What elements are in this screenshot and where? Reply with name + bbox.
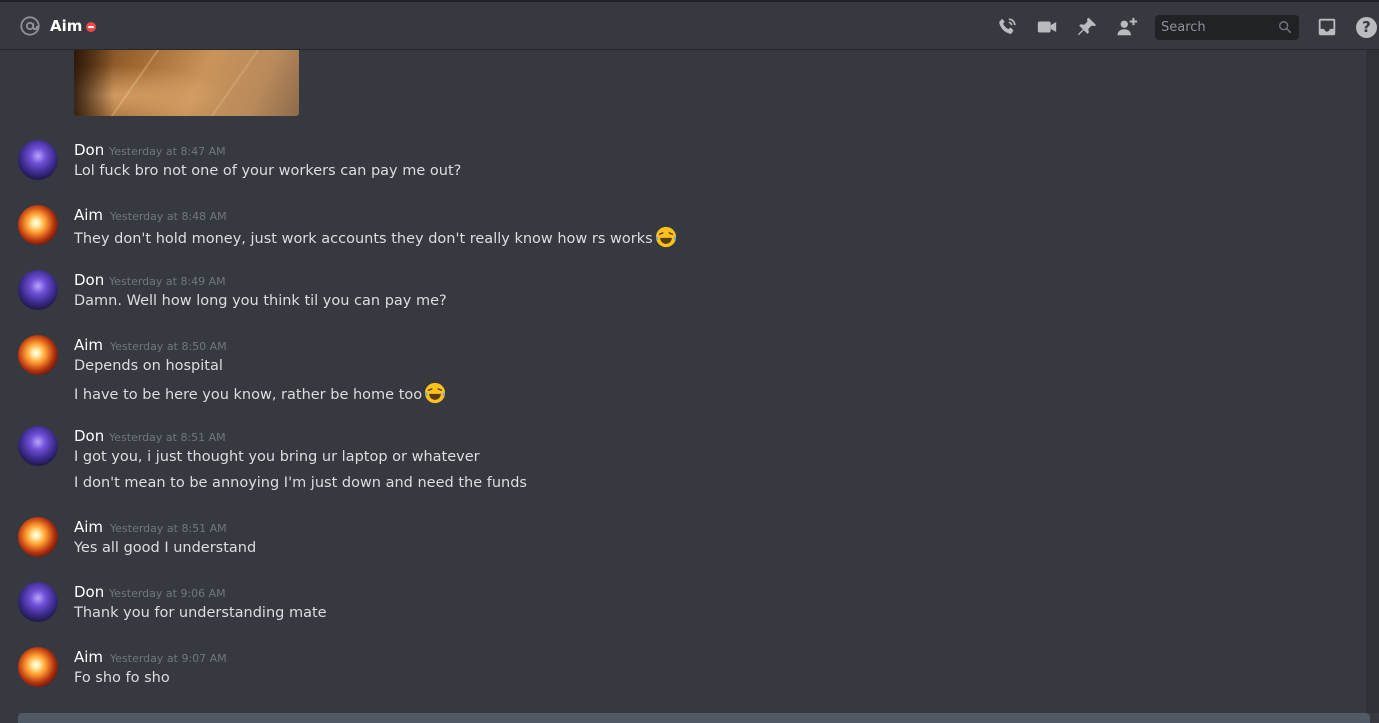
joy-emoji-icon[interactable] xyxy=(424,382,446,404)
message-text: Lol fuck bro not one of your workers can… xyxy=(74,163,462,179)
timestamp: Yesterday at 8:50 AM xyxy=(110,340,227,353)
image-attachment[interactable] xyxy=(74,50,299,116)
username[interactable]: Don xyxy=(74,427,104,445)
video-call-icon[interactable] xyxy=(1035,16,1059,38)
scrollbar[interactable] xyxy=(1366,50,1379,713)
username[interactable]: Aim xyxy=(74,518,103,536)
avatar[interactable] xyxy=(18,647,58,687)
timestamp: Yesterday at 9:06 AM xyxy=(109,587,226,600)
avatar[interactable] xyxy=(18,517,58,557)
at-icon xyxy=(20,16,40,36)
message-text: Damn. Well how long you think til you ca… xyxy=(74,293,447,309)
message-text: I got you, i just thought you bring ur l… xyxy=(74,449,480,465)
joy-emoji-icon[interactable] xyxy=(655,226,677,248)
message-list[interactable]: Don Yesterday at 8:47 AM Lol fuck bro no… xyxy=(0,50,1366,713)
avatar[interactable] xyxy=(18,582,58,622)
message-text: I don't mean to be annoying I'm just dow… xyxy=(74,475,527,491)
message-text: I have to be here you know, rather be ho… xyxy=(74,382,446,405)
avatar[interactable] xyxy=(18,335,58,375)
username[interactable]: Don xyxy=(74,141,104,159)
avatar[interactable] xyxy=(18,270,58,310)
message-text: They don't hold money, just work account… xyxy=(74,226,677,249)
username[interactable]: Aim xyxy=(74,206,103,224)
message-text: Yes all good I understand xyxy=(74,540,257,556)
message-text-content: They don't hold money, just work account… xyxy=(74,231,653,247)
channel-title: Aim xyxy=(50,17,83,35)
pin-icon[interactable] xyxy=(1075,16,1099,38)
message-text: Fo sho fo sho xyxy=(74,670,170,686)
avatar[interactable] xyxy=(18,205,58,245)
avatar[interactable] xyxy=(18,140,58,180)
search-input[interactable] xyxy=(1155,15,1273,40)
username[interactable]: Don xyxy=(74,271,104,289)
phone-call-icon[interactable] xyxy=(995,16,1019,38)
username[interactable]: Aim xyxy=(74,336,103,354)
username[interactable]: Aim xyxy=(74,648,103,666)
message-text: Thank you for understanding mate xyxy=(74,605,327,621)
viewing-older-messages-bar[interactable] xyxy=(18,713,1370,723)
search-icon[interactable] xyxy=(1278,20,1292,34)
username[interactable]: Don xyxy=(74,583,104,601)
timestamp: Yesterday at 8:51 AM xyxy=(109,431,226,444)
channel-header: Aim ? xyxy=(0,0,1379,50)
timestamp: Yesterday at 8:51 AM xyxy=(110,522,227,535)
message-text: Depends on hospital xyxy=(74,358,223,374)
dm-window: Aim ? xyxy=(0,0,1379,723)
message-text-content: I have to be here you know, rather be ho… xyxy=(74,387,423,403)
avatar[interactable] xyxy=(18,426,58,466)
search-box[interactable] xyxy=(1155,15,1299,40)
timestamp: Yesterday at 8:47 AM xyxy=(109,145,226,158)
add-friend-icon[interactable] xyxy=(1115,16,1139,38)
help-icon[interactable]: ? xyxy=(1356,17,1377,38)
timestamp: Yesterday at 9:07 AM xyxy=(110,652,227,665)
timestamp: Yesterday at 8:49 AM xyxy=(109,275,226,288)
timestamp: Yesterday at 8:48 AM xyxy=(110,210,227,223)
dnd-status-indicator xyxy=(86,22,96,32)
inbox-icon[interactable] xyxy=(1315,16,1339,38)
